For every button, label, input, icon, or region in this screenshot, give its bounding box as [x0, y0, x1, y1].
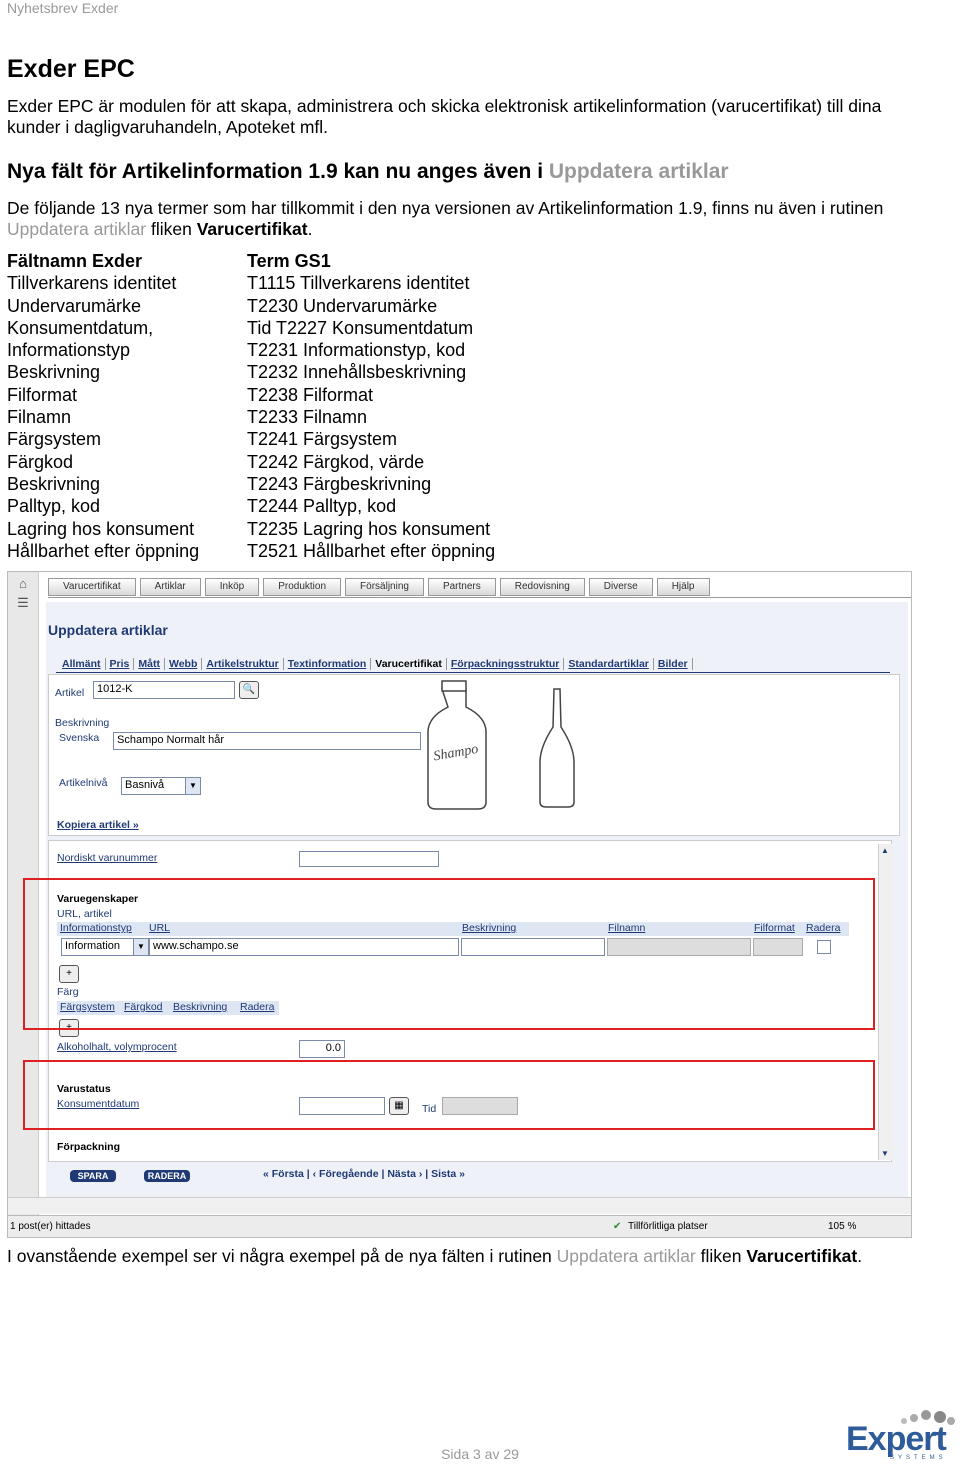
tab-varucertifikat[interactable]: Varucertifikat: [371, 658, 447, 670]
svenska-label: Svenska: [59, 732, 100, 744]
field-name-cell: Filformat: [7, 384, 78, 405]
horizontal-scrollbar[interactable]: [8, 1197, 911, 1214]
gs1-term-column: Term GS1 T1115 Tillverkarens identitet T2…: [247, 250, 495, 562]
tab-mått[interactable]: Mått: [134, 658, 165, 670]
alkoholhalt-input[interactable]: 0.0: [299, 1040, 345, 1058]
application-screenshot: ⌂ ☰ Varucertifikat Artiklar Inköp Produktio…: [7, 571, 912, 1238]
gs1-term-cell: T1115 Tillverkarens identitet: [247, 273, 470, 294]
field-name-cell: Beskrivning: [7, 362, 101, 383]
gs1-term-cell: T2243 Färgbeskrivning: [247, 473, 432, 494]
search-icon[interactable]: 🔍: [239, 681, 259, 699]
subheading: Nya fält för Artikelinformation 1.9 kan …: [7, 160, 729, 183]
gs1-term-cell: T2231 Informationstyp, kod: [247, 340, 466, 361]
kopiera-artikel-link[interactable]: Kopiera artikel »: [57, 819, 139, 831]
column-header: Fältnamn Exder: [7, 251, 143, 271]
topnav-item[interactable]: Hjälp: [656, 578, 710, 596]
topnav-item[interactable]: Redovisning: [499, 578, 585, 596]
field-name-cell: Färgkod: [7, 451, 74, 472]
alkoholhalt-label: Alkoholhalt, volymprocent: [57, 1041, 177, 1053]
artikel-label: Artikel: [55, 687, 85, 699]
field-name-cell: Filnamn: [7, 407, 72, 428]
tab-förpackningsstruktur[interactable]: Förpackningsstruktur: [447, 658, 565, 670]
security-zone: Tillförlitliga platser: [628, 1221, 708, 1232]
intro-paragraph: Exder EPC är modulen för att skapa, admi…: [7, 96, 882, 137]
vertical-scrollbar[interactable]: ▲ ▼: [878, 844, 893, 1160]
topnav-item[interactable]: Varucertifikat: [48, 578, 136, 596]
field-name-cell: Lagring hos konsument: [7, 518, 195, 539]
check-icon: ✔: [613, 1221, 622, 1232]
menu-icon[interactable]: ☰: [8, 595, 38, 611]
tab-textinformation[interactable]: Textinformation: [284, 658, 372, 670]
column-header: Term GS1: [247, 251, 331, 271]
tab-artikelstruktur[interactable]: Artikelstruktur: [202, 658, 284, 670]
chevron-down-icon: ▼: [185, 778, 200, 794]
action-bar: SPARA RADERA « Första | ‹ Föregående | N…: [48, 1164, 890, 1188]
scroll-up-icon[interactable]: ▲: [881, 846, 889, 855]
forpackning-heading: Förpackning: [57, 1141, 121, 1153]
zoom-level[interactable]: 105 %: [828, 1221, 856, 1232]
field-name-cell: Beskrivning: [7, 473, 101, 494]
logo-sub: SYSTEMS: [890, 1455, 947, 1461]
topnav-item[interactable]: Försäljning: [345, 578, 424, 596]
tab-bilder[interactable]: Bilder: [654, 658, 693, 670]
gs1-term-cell: T2232 Innehållsbeskrivning: [247, 362, 467, 383]
field-name-cell: Konsumentdatum,: [7, 317, 154, 338]
status-text: 1 post(er) hittades: [10, 1221, 91, 1232]
nordiskt-varunummer-input[interactable]: [299, 851, 439, 867]
gs1-term-cell: T2244 Palltyp, kod: [247, 496, 397, 517]
field-name-cell: Tillverkarens identitet: [7, 273, 177, 294]
field-name-cell: Hållbarhet efter öppning: [7, 540, 200, 561]
save-button[interactable]: SPARA: [70, 1170, 116, 1182]
artikelniva-label: Artikelnivå: [59, 777, 108, 789]
tab-bar: Allmänt Pris Mått Webb Artikelstruktur Textin…: [58, 658, 693, 670]
topnav-item[interactable]: Partners: [427, 578, 496, 596]
tab-standardartiklar[interactable]: Standardartiklar: [564, 658, 654, 670]
topnav-item[interactable]: Produktion: [263, 578, 342, 596]
topnav-item[interactable]: Inköp: [204, 578, 260, 596]
field-name-cell: Palltyp, kod: [7, 496, 101, 517]
nordiskt-varunummer-label: Nordiskt varunummer: [57, 852, 158, 864]
gs1-term-cell: Tid T2227 Konsumentdatum: [247, 317, 474, 338]
topnav-item[interactable]: Diverse: [588, 578, 653, 596]
beskrivning-label: Beskrivning: [55, 717, 110, 729]
description-paragraph: De följande 13 nya termer som har tillko…: [7, 198, 884, 239]
svenska-input[interactable]: Schampo Normalt hår: [113, 732, 421, 750]
tab-pris[interactable]: Pris: [106, 658, 135, 670]
tab-webb[interactable]: Webb: [165, 658, 203, 670]
field-name-column: Fältnamn Exder Tillverkarens identitet Un…: [7, 250, 199, 562]
document-header: Nyhetsbrev Exder: [7, 0, 119, 16]
bottle-images: Shampo: [427, 680, 575, 810]
home-icon[interactable]: ⌂: [8, 576, 38, 591]
logo-word: Expert: [846, 1420, 947, 1458]
gs1-term-cell: T2238 Filformat: [247, 384, 374, 405]
gs1-term-cell: T2241 Färgsystem: [247, 429, 398, 450]
caption: I ovanstående exempel ser vi några exemp…: [7, 1246, 863, 1266]
gs1-term-cell: T2242 Färgkod, värde: [247, 451, 425, 472]
field-name-cell: Undervarumärke: [7, 295, 142, 316]
gs1-term-cell: T2521 Hållbarhet efter öppning: [247, 540, 496, 561]
topnav-item[interactable]: Artiklar: [139, 578, 201, 596]
tab-allmänt[interactable]: Allmänt: [58, 658, 106, 670]
delete-button[interactable]: RADERA: [144, 1170, 190, 1182]
artikelniva-select[interactable]: Basnivå ▼: [121, 777, 201, 795]
gs1-term-cell: T2230 Undervarumärke: [247, 295, 438, 316]
gs1-term-cell: T2235 Lagring hos konsument: [247, 518, 491, 539]
highlight-box-varustatus: [23, 1060, 875, 1130]
scroll-down-icon[interactable]: ▼: [881, 1149, 889, 1158]
highlight-box-varuegenskaper: [23, 878, 875, 1030]
pagination[interactable]: « Första | ‹ Föregående | Nästa › | Sist…: [263, 1168, 465, 1180]
artikel-input[interactable]: 1012-K: [93, 681, 235, 699]
screen-title: Uppdatera artiklar: [48, 622, 168, 638]
page-title: Exder EPC: [7, 55, 135, 83]
page-number: Sida 3 av 29: [441, 1446, 519, 1462]
top-navigation: Varucertifikat Artiklar Inköp Produktion För…: [48, 578, 714, 596]
article-header-box: Artikel 1012-K 🔍 Beskrivning Svenska Sch…: [48, 674, 900, 836]
browser-status-bar: 1 post(er) hittades ✔ Tillförlitliga pla…: [8, 1215, 911, 1237]
expert-systems-logo: Expert SYSTEMS: [846, 1405, 956, 1465]
field-name-cell: Färgsystem: [7, 429, 102, 450]
field-name-cell: Informationstyp: [7, 340, 131, 361]
gs1-term-cell: T2233 Filnamn: [247, 407, 368, 428]
